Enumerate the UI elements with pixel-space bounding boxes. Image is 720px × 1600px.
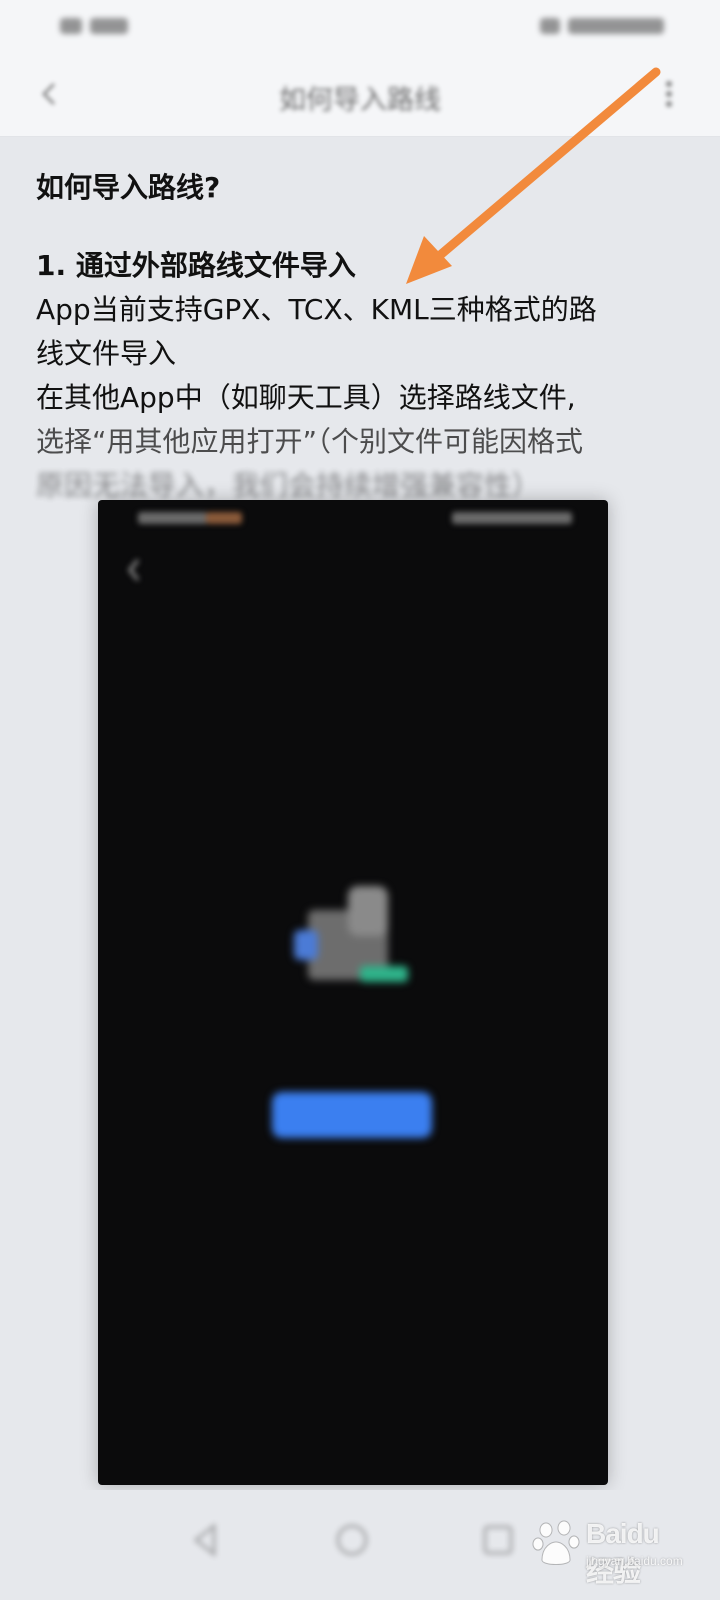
embedded-back-icon bbox=[128, 559, 140, 581]
embedded-app-icon bbox=[206, 512, 242, 524]
section-title: 1. 通过外部路线文件导入 bbox=[36, 249, 356, 282]
clock-indicator bbox=[568, 18, 664, 34]
nav-home-icon[interactable] bbox=[330, 1518, 374, 1562]
paragraph-line-4: 选择“用其他应用打开”（个别文件可能因格式 bbox=[36, 425, 584, 458]
embedded-clock-indicator bbox=[452, 512, 572, 524]
article-content: 如何导入路线? 1. 通过外部路线文件导入 App当前支持GPX、TCX、KML… bbox=[36, 168, 676, 508]
network-icon bbox=[90, 18, 128, 34]
status-bar-left bbox=[60, 14, 128, 38]
file-illustration-icon bbox=[294, 886, 408, 982]
baidu-paw-logo-icon bbox=[532, 1520, 580, 1565]
nav-back-icon[interactable] bbox=[184, 1518, 228, 1562]
more-vertical-icon[interactable] bbox=[654, 72, 684, 116]
paragraph-line-3: 在其他App中（如聊天工具）选择路线文件, bbox=[36, 381, 576, 414]
embedded-header bbox=[98, 540, 608, 600]
status-bar-right bbox=[540, 14, 664, 38]
paragraph-line-2: 线文件导入 bbox=[36, 337, 177, 370]
signal-icon bbox=[60, 18, 82, 34]
embedded-status-bar bbox=[98, 500, 608, 536]
article-heading: 如何导入路线? bbox=[36, 171, 221, 204]
status-bar bbox=[0, 0, 720, 52]
paragraph-line-1: App当前支持GPX、TCX、KML三种格式的路 bbox=[36, 293, 597, 326]
embedded-open-button bbox=[272, 1092, 432, 1138]
baidu-watermark: Baidu经验 jingyan.baidu.com bbox=[530, 1512, 683, 1587]
app-header: 如何导入路线 bbox=[0, 52, 720, 137]
screen: 如何导入路线 如何导入路线? 1. 通过外部路线文件导入 App当前支持GPX、… bbox=[0, 0, 720, 1600]
nav-recent-icon[interactable] bbox=[476, 1518, 520, 1562]
page-title: 如何导入路线 bbox=[279, 85, 441, 116]
embedded-signal-icon bbox=[138, 512, 208, 524]
embedded-screenshot bbox=[98, 500, 608, 1485]
battery-icon bbox=[540, 18, 560, 34]
watermark-domain: jingyan.baidu.com bbox=[586, 1554, 683, 1568]
